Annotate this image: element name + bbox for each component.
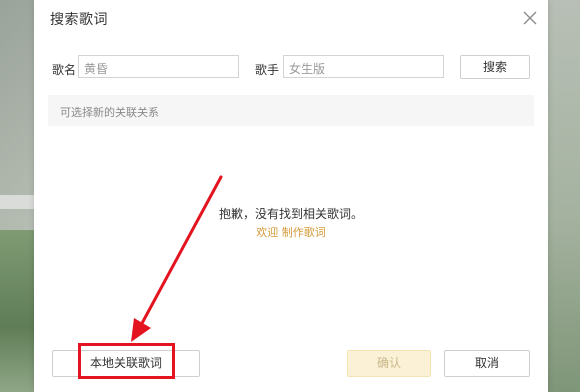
search-lyrics-dialog: 搜索歌词 歌名 黄昏 歌手 女生版 搜索 可选择新的关联关系 抱歉，没有找到相关… (34, 0, 548, 392)
search-button[interactable]: 搜索 (460, 55, 530, 79)
cancel-button[interactable]: 取消 (444, 350, 530, 377)
background-foliage-left (0, 230, 34, 392)
song-name-input[interactable]: 黄昏 (78, 55, 239, 78)
make-lyrics-link[interactable]: 制作歌词 (282, 226, 326, 239)
welcome-link[interactable]: 欢迎 (256, 226, 278, 239)
background-fence (0, 195, 34, 209)
close-icon[interactable] (520, 8, 540, 28)
singer-input[interactable]: 女生版 (283, 55, 444, 78)
background-foliage-right (548, 0, 580, 392)
make-lyrics-links: 欢迎 制作歌词 (34, 224, 548, 240)
confirm-button[interactable]: 确认 (347, 350, 431, 377)
no-results-message: 抱歉，没有找到相关歌词。 (218, 207, 363, 221)
singer-label: 歌手 (255, 63, 280, 77)
dialog-title: 搜索歌词 (50, 12, 108, 28)
association-hint-bar: 可选择新的关联关系 (48, 95, 534, 126)
song-name-label: 歌名 (52, 63, 77, 77)
local-associate-lyrics-button[interactable]: 本地关联歌词 (52, 350, 200, 377)
